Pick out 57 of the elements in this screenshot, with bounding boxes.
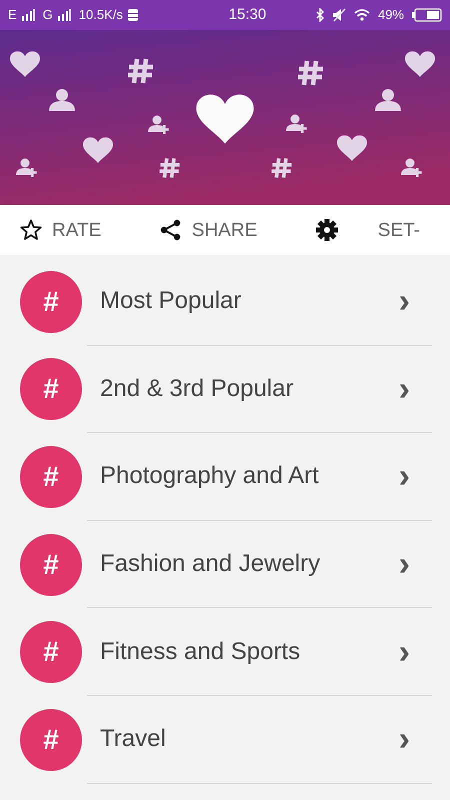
network-type: G	[42, 6, 53, 24]
category-item[interactable]: # Travel ›	[0, 696, 450, 784]
add-person-icon	[16, 158, 37, 177]
chevron-icon: ›	[398, 372, 410, 406]
category-label: Photography and Art	[100, 461, 319, 492]
rate-button[interactable]: RATE	[20, 219, 102, 241]
battery-level: 49%	[378, 6, 404, 24]
category-label: 2nd & 3rd Popular	[100, 374, 294, 404]
settings-button[interactable]: SET-	[316, 219, 420, 241]
hashtag-badge: #	[20, 446, 82, 508]
category-label: Travel	[100, 724, 166, 754]
category-item[interactable]: # Most Popular ›	[0, 258, 450, 346]
bluetooth-icon	[316, 8, 324, 22]
add-person-icon	[401, 158, 422, 177]
signal-icon	[20, 9, 35, 21]
category-item[interactable]: # Fitness and Sports ›	[0, 608, 450, 696]
hashtag-badge: #	[20, 534, 82, 596]
heart-icon	[83, 137, 113, 163]
category-label: Most Popular	[100, 286, 242, 316]
mute-icon	[332, 8, 346, 22]
hashtag-badge: #	[20, 708, 82, 771]
hashtag-icon	[296, 58, 326, 88]
category-label: Fashion and Jewelry	[100, 549, 320, 580]
hashtag-badge: #	[20, 270, 82, 333]
star-icon	[20, 219, 42, 241]
hashtag-badge: #	[20, 358, 82, 420]
chevron-icon: ›	[398, 284, 410, 318]
signal-icon	[56, 9, 71, 21]
heart-icon	[196, 94, 254, 144]
battery-icon	[412, 8, 442, 22]
network-speed: 10.5K/s	[78, 6, 123, 24]
person-icon	[49, 89, 75, 111]
network-type: E	[8, 6, 17, 24]
share-icon	[160, 219, 182, 241]
hashtag-icon	[270, 156, 294, 180]
heart-icon	[337, 135, 367, 161]
hashtag-icon	[126, 56, 156, 86]
chevron-icon: ›	[398, 634, 410, 669]
heart-icon	[10, 51, 40, 77]
data-icon	[126, 8, 139, 22]
category-item[interactable]: # 2nd & 3rd Popular ›	[0, 346, 450, 434]
clock: 15:30	[228, 4, 266, 25]
category-item[interactable]: # Photography and Art ›	[0, 433, 450, 521]
chevron-icon: ›	[398, 722, 410, 756]
chevron-icon: ›	[398, 459, 410, 494]
heart-icon	[405, 51, 435, 77]
settings-icon	[316, 219, 338, 241]
wifi-icon	[354, 9, 370, 21]
category-label: Fitness and Sports	[100, 636, 300, 667]
chevron-icon: ›	[398, 547, 410, 582]
hashtag-icon	[158, 156, 182, 180]
add-person-icon	[148, 116, 169, 134]
hashtag-badge: #	[20, 621, 82, 684]
add-person-icon	[286, 114, 307, 133]
category-item[interactable]: # Fashion and Jewelry ›	[0, 520, 450, 608]
person-icon	[375, 89, 401, 111]
share-button[interactable]: SHARE	[160, 219, 258, 241]
